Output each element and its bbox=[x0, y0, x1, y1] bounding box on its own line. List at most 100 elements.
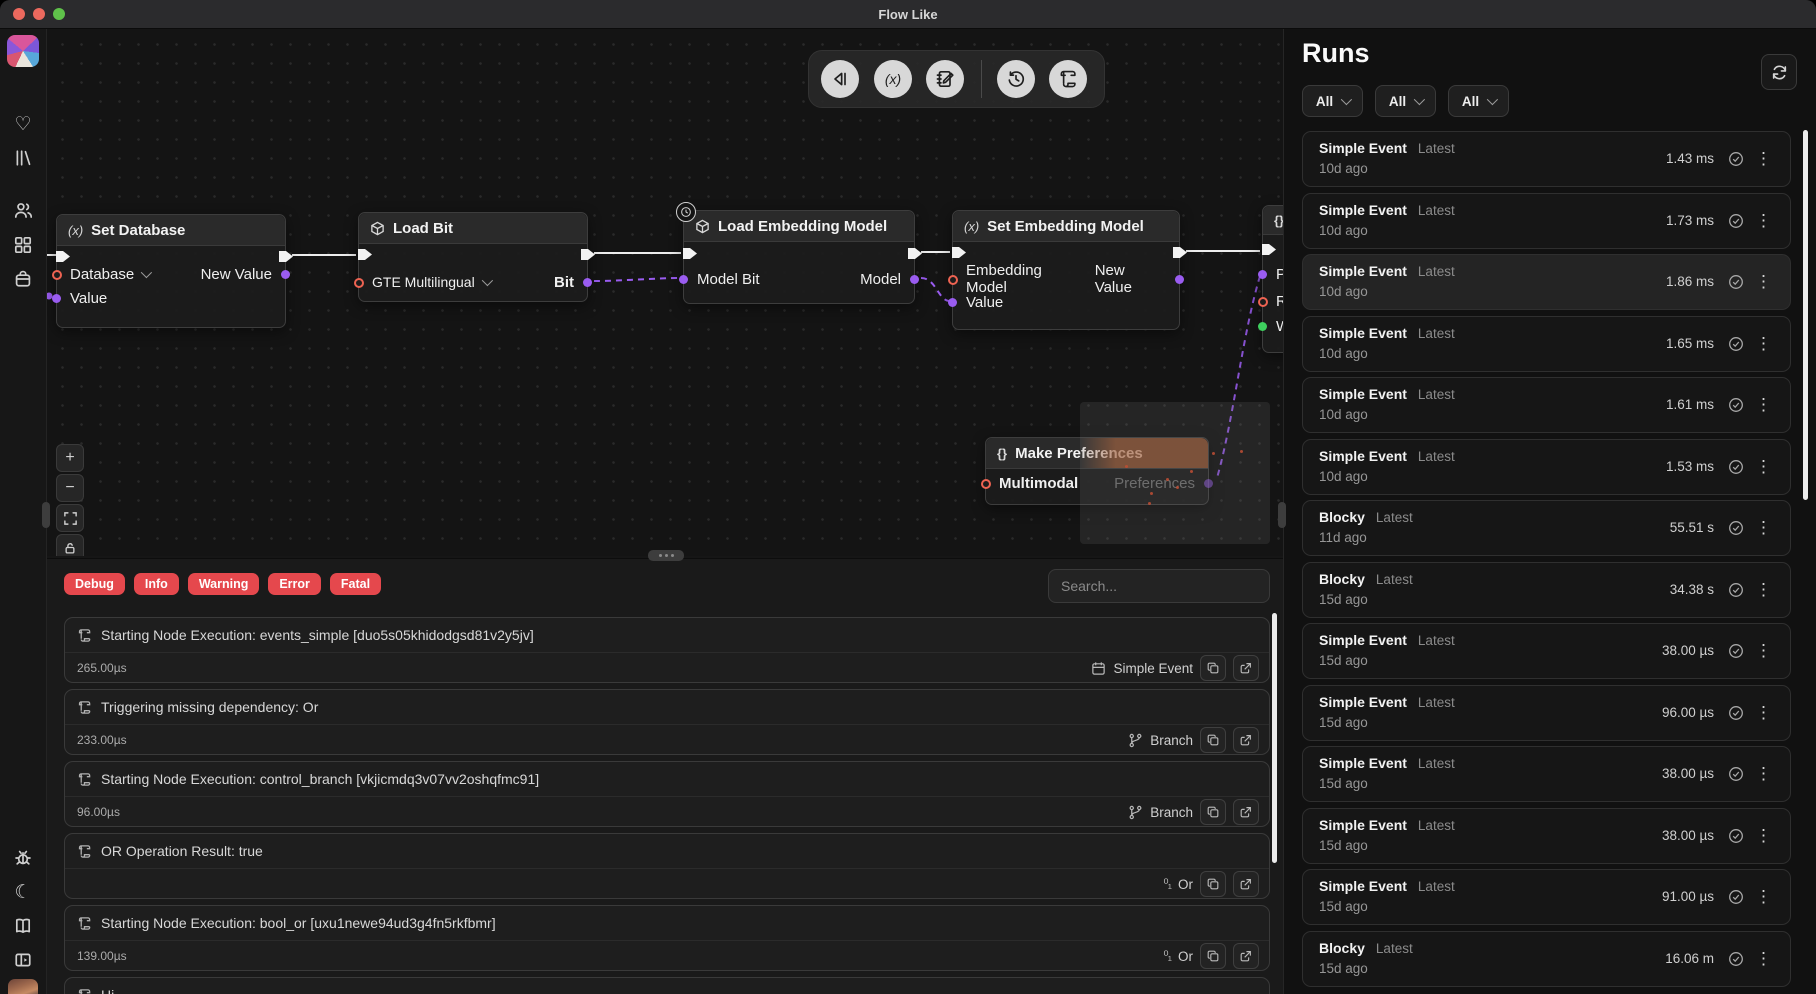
run-item[interactable]: Simple EventLatest 15d ago 91.00 µs ⋮ bbox=[1302, 869, 1791, 925]
library-icon[interactable] bbox=[7, 142, 39, 174]
right-panel-resize-handle[interactable] bbox=[1278, 502, 1286, 528]
open-button[interactable] bbox=[1233, 799, 1259, 825]
copy-button[interactable] bbox=[1200, 799, 1226, 825]
kebab-menu-icon[interactable]: ⋮ bbox=[1755, 334, 1772, 354]
runs-scrollbar[interactable] bbox=[1803, 130, 1808, 500]
input-pin-embedding-model[interactable] bbox=[948, 275, 958, 285]
output-pin-new-value[interactable] bbox=[1175, 275, 1184, 284]
run-item[interactable]: Simple EventLatest 10d ago 1.86 ms ⋮ bbox=[1302, 254, 1791, 310]
run-item[interactable]: BlockyLatest 15d ago 16.06 m ⋮ bbox=[1302, 931, 1791, 987]
chevron-down-icon[interactable] bbox=[481, 275, 492, 286]
exec-out-pin[interactable] bbox=[580, 248, 596, 261]
app-logo[interactable] bbox=[7, 35, 39, 67]
log-entry[interactable]: OR Operation Result: true ⁰₁ Or bbox=[64, 833, 1270, 899]
zoom-out-button[interactable]: − bbox=[56, 474, 84, 502]
zoom-button[interactable] bbox=[53, 8, 65, 20]
open-button[interactable] bbox=[1233, 871, 1259, 897]
variables-button[interactable]: (x) bbox=[874, 60, 912, 98]
lock-button[interactable] bbox=[56, 534, 84, 556]
kebab-menu-icon[interactable]: ⋮ bbox=[1755, 949, 1772, 969]
run-item[interactable]: BlockyLatest 11d ago 55.51 s ⋮ bbox=[1302, 500, 1791, 556]
filter-warning[interactable]: Warning bbox=[188, 573, 260, 595]
input-pin-value[interactable] bbox=[52, 294, 61, 303]
copy-button[interactable] bbox=[1200, 943, 1226, 969]
node-load-bit[interactable]: Load Bit GTE Multilingual Bit bbox=[358, 212, 588, 302]
kebab-menu-icon[interactable]: ⋮ bbox=[1755, 703, 1772, 723]
log-entry[interactable]: Triggering missing dependency: Or 233.00… bbox=[64, 689, 1270, 755]
input-pin-model-bit[interactable] bbox=[679, 275, 688, 284]
kebab-menu-icon[interactable]: ⋮ bbox=[1755, 211, 1772, 231]
output-pin-bit[interactable] bbox=[583, 278, 592, 287]
minimize-button[interactable] bbox=[33, 8, 45, 20]
bug-icon[interactable] bbox=[7, 842, 39, 874]
step-into-button[interactable] bbox=[821, 60, 859, 98]
run-item[interactable]: Simple EventLatest 10d ago 1.53 ms ⋮ bbox=[1302, 439, 1791, 495]
exec-in-pin[interactable] bbox=[1261, 243, 1277, 256]
input-pin-database[interactable] bbox=[52, 270, 62, 280]
log-scrollbar[interactable] bbox=[1272, 613, 1277, 863]
runs-filter-dropdown[interactable]: All bbox=[1302, 85, 1363, 117]
refresh-button[interactable] bbox=[1761, 54, 1797, 90]
node-set-database[interactable]: (x) Set Database Database New Value Valu… bbox=[56, 214, 286, 328]
run-item[interactable]: Simple EventLatest 10d ago 1.61 ms ⋮ bbox=[1302, 377, 1791, 433]
notes-button[interactable] bbox=[926, 60, 964, 98]
avatar[interactable] bbox=[7, 978, 39, 994]
input-pin-multimodal[interactable] bbox=[981, 479, 991, 489]
log-entry[interactable]: Starting Node Execution: events_simple [… bbox=[64, 617, 1270, 683]
copy-button[interactable] bbox=[1200, 871, 1226, 897]
filter-error[interactable]: Error bbox=[268, 573, 321, 595]
left-panel-resize-handle[interactable] bbox=[42, 502, 50, 528]
exec-in-pin[interactable] bbox=[951, 246, 967, 259]
input-pin-value[interactable] bbox=[948, 298, 957, 307]
output-pin-new-value[interactable] bbox=[281, 270, 290, 279]
kebab-menu-icon[interactable]: ⋮ bbox=[1755, 395, 1772, 415]
run-item[interactable]: Simple EventLatest 15d ago 38.00 µs ⋮ bbox=[1302, 623, 1791, 679]
input-pin-model[interactable] bbox=[354, 278, 364, 288]
log-entry[interactable]: Starting Node Execution: bool_or [uxu1ne… bbox=[64, 905, 1270, 971]
node-set-embedding-model[interactable]: (x) Set Embedding Model Embedding Model … bbox=[952, 210, 1180, 330]
titlebar[interactable]: Flow Like bbox=[0, 0, 1816, 29]
exec-out-pin[interactable] bbox=[907, 247, 923, 260]
open-button[interactable] bbox=[1233, 655, 1259, 681]
run-item[interactable]: Simple EventLatest 15d ago 38.00 µs ⋮ bbox=[1302, 808, 1791, 864]
moon-dark-mode-icon[interactable]: ☾ bbox=[7, 876, 39, 908]
open-button[interactable] bbox=[1233, 727, 1259, 753]
log-panel-resize-handle[interactable] bbox=[648, 550, 684, 561]
flow-canvas[interactable]: (x) (x) Set Database Database New Value … bbox=[46, 28, 1283, 556]
book-docs-icon[interactable] bbox=[7, 910, 39, 942]
input-pin[interactable] bbox=[1258, 297, 1268, 307]
chevron-down-icon[interactable] bbox=[141, 267, 152, 278]
runs-filter-dropdown[interactable]: All bbox=[1375, 85, 1436, 117]
panel-toggle-icon[interactable] bbox=[7, 944, 39, 976]
copy-button[interactable] bbox=[1200, 727, 1226, 753]
copy-button[interactable] bbox=[1200, 655, 1226, 681]
log-search-input[interactable] bbox=[1048, 569, 1270, 603]
kebab-menu-icon[interactable]: ⋮ bbox=[1755, 149, 1772, 169]
input-pin[interactable] bbox=[1258, 322, 1267, 331]
users-icon[interactable] bbox=[7, 194, 39, 226]
kebab-menu-icon[interactable]: ⋮ bbox=[1755, 518, 1772, 538]
close-button[interactable] bbox=[13, 8, 25, 20]
run-item[interactable]: BlockyLatest 15d ago 34.38 s ⋮ bbox=[1302, 562, 1791, 618]
filter-fatal[interactable]: Fatal bbox=[330, 573, 381, 595]
run-item[interactable]: Simple EventLatest 15d ago 96.00 µs ⋮ bbox=[1302, 685, 1791, 741]
run-item[interactable]: Simple EventLatest 10d ago 1.65 ms ⋮ bbox=[1302, 316, 1791, 372]
run-item[interactable]: Simple EventLatest 10d ago 1.73 ms ⋮ bbox=[1302, 193, 1791, 249]
runs-filter-dropdown[interactable]: All bbox=[1448, 85, 1509, 117]
run-item[interactable]: Simple EventLatest 15d ago 38.00 µs ⋮ bbox=[1302, 746, 1791, 802]
kebab-menu-icon[interactable]: ⋮ bbox=[1755, 826, 1772, 846]
filter-debug[interactable]: Debug bbox=[64, 573, 125, 595]
kebab-menu-icon[interactable]: ⋮ bbox=[1755, 887, 1772, 907]
fit-view-button[interactable] bbox=[56, 504, 84, 532]
exec-out-pin[interactable] bbox=[278, 250, 294, 263]
exec-in-pin[interactable] bbox=[357, 248, 373, 261]
node-clipped-right[interactable]: {} Pr Re W bbox=[1262, 205, 1283, 353]
zoom-in-button[interactable]: + bbox=[56, 444, 84, 472]
exec-in-pin[interactable] bbox=[55, 250, 71, 263]
log-entry-partial[interactable]: Hi bbox=[64, 977, 1270, 994]
history-button[interactable] bbox=[997, 60, 1035, 98]
kebab-menu-icon[interactable]: ⋮ bbox=[1755, 272, 1772, 292]
open-button[interactable] bbox=[1233, 943, 1259, 969]
kebab-menu-icon[interactable]: ⋮ bbox=[1755, 580, 1772, 600]
filter-info[interactable]: Info bbox=[134, 573, 179, 595]
